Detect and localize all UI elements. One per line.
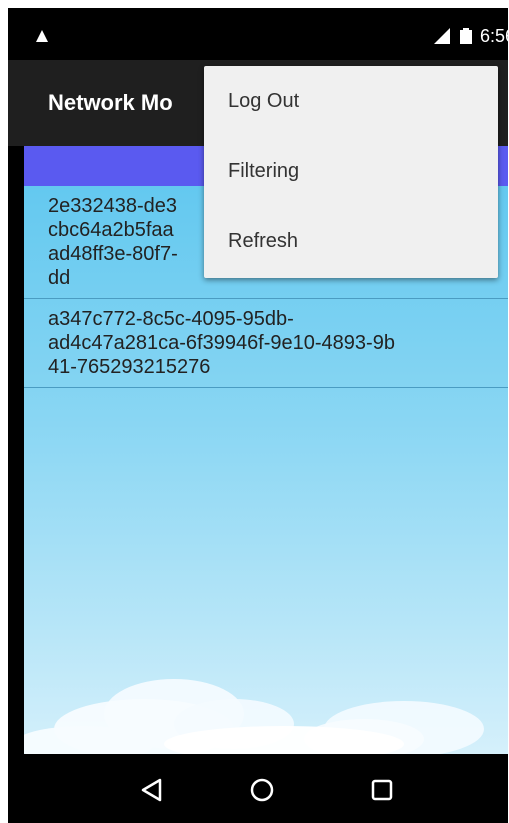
- navigation-bar: [8, 754, 508, 823]
- warning-icon: [36, 30, 48, 42]
- recents-icon[interactable]: [368, 776, 396, 804]
- menu-item-log-out[interactable]: Log Out: [204, 66, 498, 136]
- status-time: 6:56: [480, 26, 508, 46]
- app-title: Network Mo: [48, 90, 173, 115]
- list-item[interactable]: a347c772-8c5c-4095-95db- ad4c47a281ca-6f…: [24, 299, 508, 388]
- menu-item-filtering[interactable]: Filtering: [204, 136, 498, 206]
- clouds-background: [24, 679, 484, 754]
- list-item-text: 2e332438-de3 cbc64a2b5faa ad48ff3e-80f7-…: [48, 195, 178, 289]
- phone-screen: 6:56 Network Mo 2e332438-de3 cbc64a2b5fa…: [8, 8, 508, 823]
- list-item-text: a347c772-8c5c-4095-95db- ad4c47a281ca-6f…: [48, 308, 395, 378]
- menu-item-refresh[interactable]: Refresh: [204, 206, 498, 276]
- home-icon[interactable]: [248, 776, 276, 804]
- battery-icon: [460, 28, 472, 44]
- status-bar: 6:56: [8, 8, 508, 60]
- signal-icon: [434, 28, 450, 44]
- back-icon[interactable]: [138, 776, 166, 804]
- overflow-menu: Log Out Filtering Refresh: [204, 66, 498, 278]
